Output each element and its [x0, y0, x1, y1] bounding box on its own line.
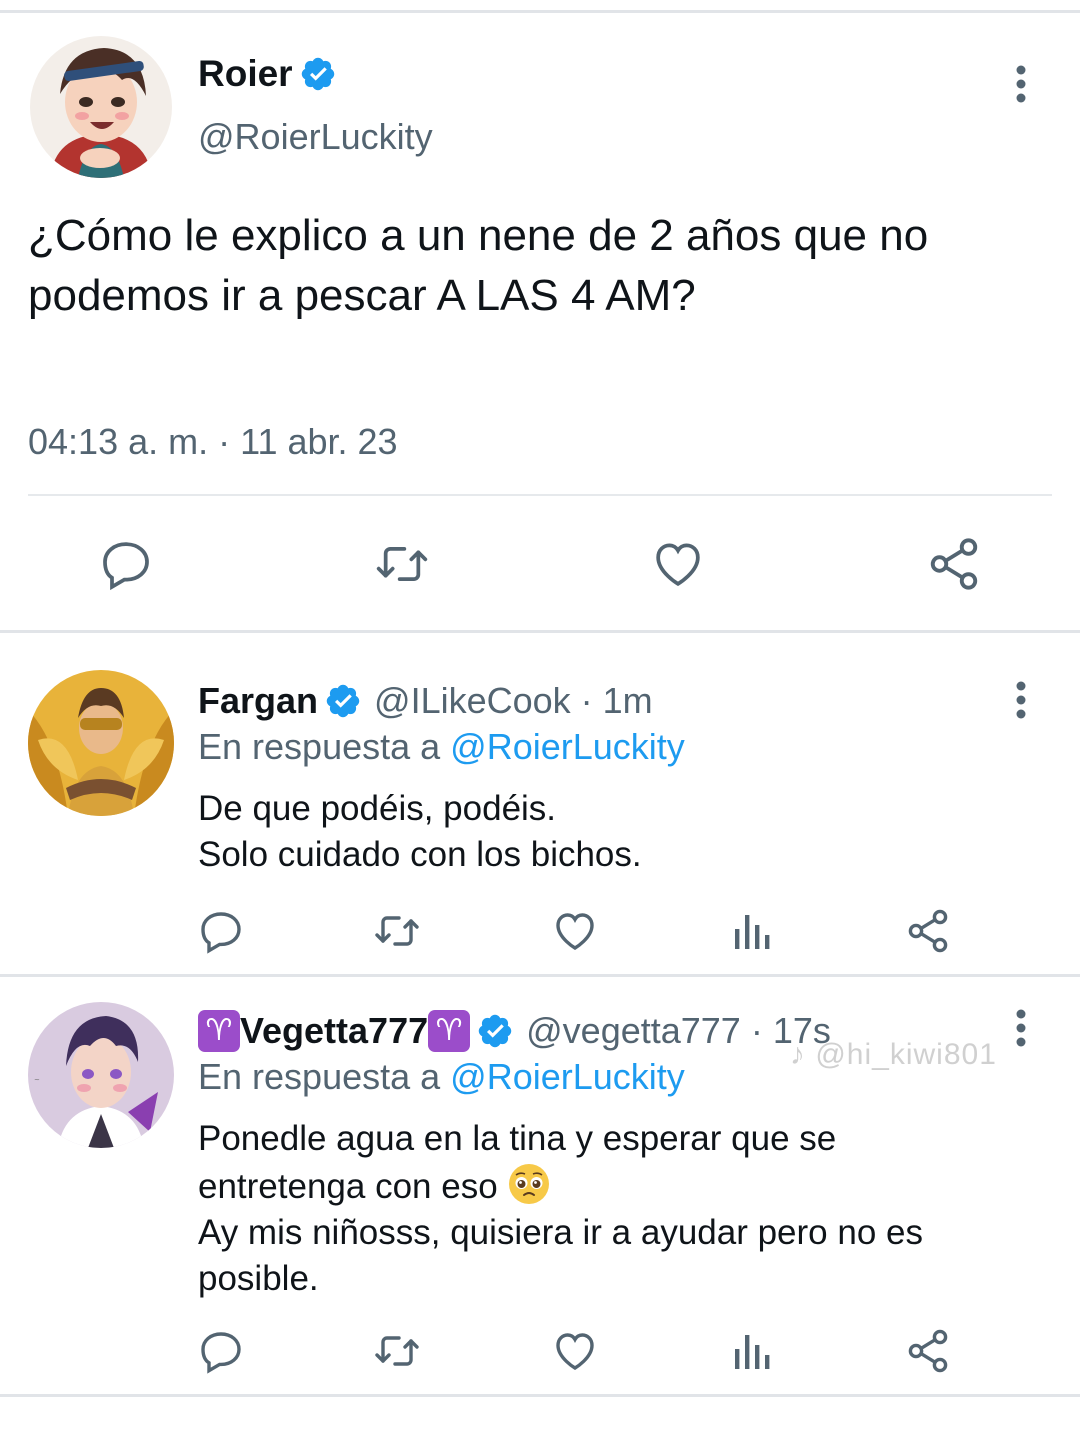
- more-options-icon[interactable]: [1014, 680, 1028, 720]
- replying-to: En respuesta a @RoierLuckity: [198, 1056, 685, 1098]
- aries-icon: ♈: [428, 1010, 471, 1052]
- divider: [0, 630, 1080, 633]
- svg-text:~: ~: [34, 1076, 40, 1084]
- share-icon[interactable]: [902, 1326, 954, 1376]
- like-icon[interactable]: [648, 534, 708, 594]
- like-icon[interactable]: [550, 906, 600, 956]
- replying-to: En respuesta a @RoierLuckity: [198, 726, 685, 768]
- reply-author-name[interactable]: Vegetta777: [240, 1010, 428, 1052]
- tweet-timestamp[interactable]: 04:13 a. m. · 11 abr. 23: [28, 421, 398, 463]
- reply-icon[interactable]: [96, 534, 156, 594]
- verified-badge-icon: [324, 682, 362, 720]
- reply-header[interactable]: ♈ Vegetta777 ♈ @vegetta777 · 17s: [198, 1008, 831, 1054]
- retweet-icon[interactable]: [370, 906, 424, 956]
- reply-text-line: posible.: [198, 1259, 319, 1298]
- divider: [28, 494, 1052, 496]
- reply-text-line: entretenga con eso: [198, 1167, 498, 1206]
- pleading-face-emoji-icon: [507, 1162, 551, 1206]
- avatar-roier[interactable]: [30, 36, 172, 178]
- tiktok-icon: ♪: [790, 1038, 806, 1071]
- reply-author-name[interactable]: Fargan: [198, 680, 318, 722]
- views-icon[interactable]: [728, 906, 774, 956]
- divider: [0, 1394, 1080, 1397]
- reply-text-line: Ponedle agua en la tina y esperar que se: [198, 1119, 837, 1158]
- views-icon[interactable]: [728, 1326, 774, 1376]
- reply-handle-time[interactable]: @ILikeCook · 1m: [374, 680, 653, 722]
- share-icon[interactable]: [922, 534, 986, 594]
- more-options-icon[interactable]: [1014, 64, 1028, 104]
- reply-text-line-with-emoji: entretenga con eso: [198, 1162, 1038, 1210]
- reply-text: Ponedle agua en la tina y esperar que se…: [198, 1116, 1038, 1302]
- verified-badge-icon: [299, 55, 337, 93]
- reply-handle-time[interactable]: @vegetta777 · 17s: [526, 1010, 831, 1052]
- author-name-row[interactable]: Roier: [198, 52, 337, 96]
- author-handle[interactable]: @RoierLuckity: [198, 116, 433, 158]
- avatar-fargan[interactable]: [28, 670, 174, 816]
- avatar-vegetta777[interactable]: ~: [28, 1002, 174, 1148]
- reply-text-line: Ay mis niñosss, quisiera ir a ayudar per…: [198, 1213, 923, 1252]
- reply-text-line: De que podéis, podéis.: [198, 789, 557, 828]
- author-name[interactable]: Roier: [198, 53, 293, 95]
- top-divider: [0, 10, 1080, 13]
- reply-header[interactable]: Fargan @ILikeCook · 1m: [198, 678, 653, 724]
- more-options-icon[interactable]: [1014, 1008, 1028, 1048]
- reply-icon[interactable]: [196, 906, 246, 956]
- reply-text-line: Solo cuidado con los bichos.: [198, 835, 642, 874]
- replying-to-label: En respuesta a: [198, 1056, 441, 1097]
- tweet-text: ¿Cómo le explico a un nene de 2 años que…: [28, 211, 929, 320]
- reply-icon[interactable]: [196, 1326, 246, 1376]
- divider: [0, 974, 1080, 977]
- watermark-text: @hi_kiwi801: [815, 1038, 997, 1071]
- retweet-icon[interactable]: [370, 1326, 424, 1376]
- replying-to-label: En respuesta a: [198, 726, 441, 767]
- reply-text: De que podéis, podéis. Solo cuidado con …: [198, 786, 1038, 878]
- tiktok-watermark: ♪ @hi_kiwi801: [790, 1038, 997, 1072]
- replying-to-mention[interactable]: @RoierLuckity: [450, 1056, 685, 1097]
- like-icon[interactable]: [550, 1326, 600, 1376]
- share-icon[interactable]: [902, 906, 954, 956]
- verified-badge-icon: [476, 1012, 514, 1050]
- replying-to-mention[interactable]: @RoierLuckity: [450, 726, 685, 767]
- aries-icon: ♈: [198, 1010, 240, 1052]
- retweet-icon[interactable]: [370, 534, 434, 594]
